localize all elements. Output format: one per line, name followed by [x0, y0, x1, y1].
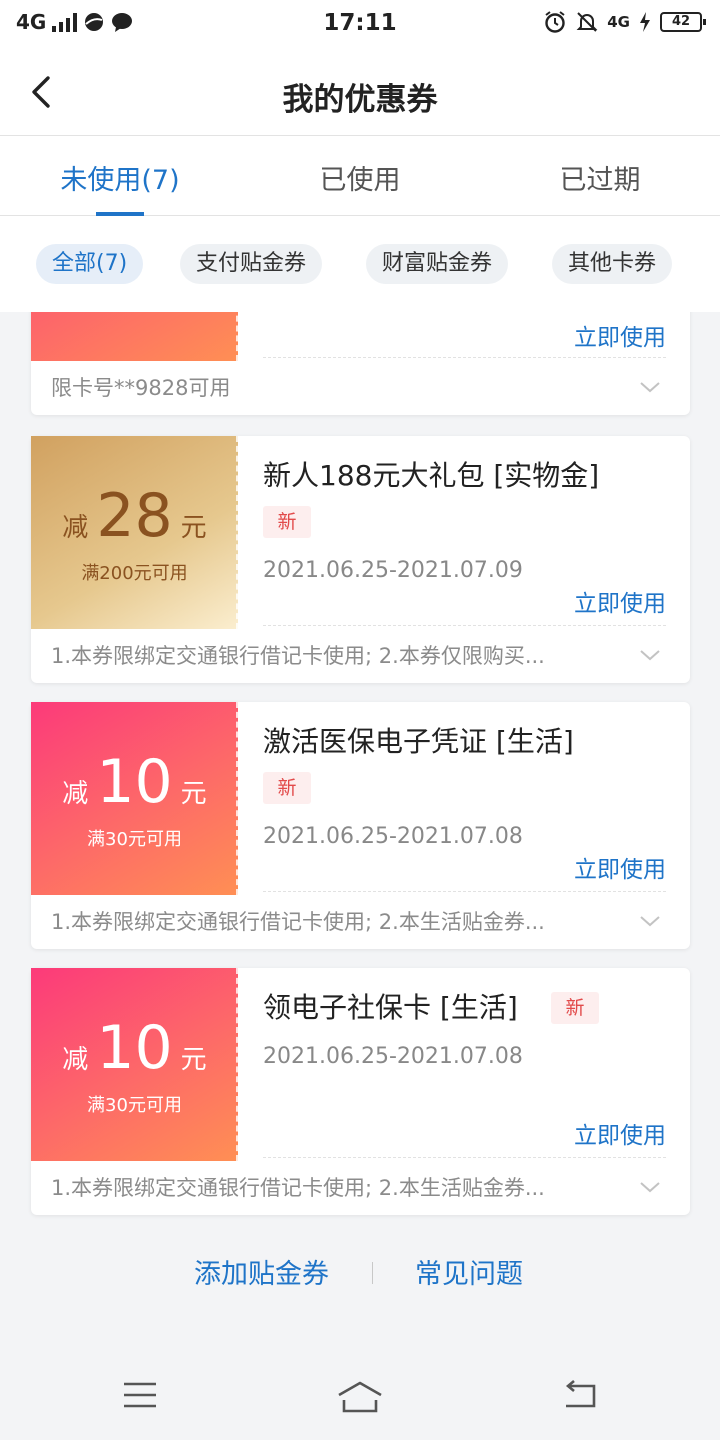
coupon-condition: 满30元可用 [87, 829, 182, 850]
amount-unit: 元 [180, 779, 207, 809]
use-now-button[interactable]: 立即使用 [574, 584, 666, 618]
home-icon[interactable] [336, 1380, 384, 1414]
chevron-down-icon[interactable] [638, 909, 662, 933]
coupon-body: 领电子社保卡 [生活] 新 2021.06.25-2021.07.08 立即使用 [263, 968, 666, 1161]
use-now-button[interactable]: 立即使用 [574, 850, 666, 884]
coupon-rule: 1.本券限绑定交通银行借记卡使用; 2.本券仅限购买... [51, 644, 545, 668]
status-bar: 4G 17:11 4G 42 [0, 0, 720, 52]
mute-bell-icon [576, 12, 598, 32]
charging-icon [640, 12, 650, 32]
coupon-footer[interactable]: 1.本券限绑定交通银行借记卡使用; 2.本生活贴金券... [31, 895, 690, 948]
system-nav-bar [0, 1350, 720, 1440]
back-nav-icon[interactable] [562, 1380, 598, 1410]
divider [263, 1157, 666, 1158]
new-badge: 新 [263, 506, 311, 538]
coupon-condition: 满200元可用 [81, 563, 188, 584]
divider [263, 625, 666, 626]
coupon-card: 立即使用 限卡号**9828可用 [31, 312, 690, 415]
divider [263, 357, 666, 358]
coupon-condition: 满30元可用 [87, 1095, 182, 1116]
coupon-ticket [31, 312, 238, 361]
coupon-footer[interactable]: 1.本券限绑定交通银行借记卡使用; 2.本生活贴金券... [31, 1161, 690, 1214]
use-now-button[interactable]: 立即使用 [574, 1116, 666, 1150]
faq-link[interactable]: 常见问题 [415, 1252, 523, 1291]
coupon-amount: 减 10 元 [31, 752, 238, 812]
coupon-ticket: 减 10 元 满30元可用 [31, 702, 238, 895]
coupon-list[interactable]: 立即使用 限卡号**9828可用 减 28 元 满200元可用 新人188元大礼… [0, 312, 720, 1340]
amount-unit: 元 [180, 513, 207, 543]
chip-payment[interactable]: 支付贴金券 [180, 244, 323, 284]
coupon-amount: 减 28 元 [31, 486, 238, 546]
chevron-down-icon[interactable] [638, 1175, 662, 1199]
amount-unit: 元 [180, 1045, 207, 1075]
nav-header: 我的优惠券 [0, 52, 720, 136]
coupon-card: 减 10 元 满30元可用 领电子社保卡 [生活] 新 2021.06.25-2… [31, 968, 690, 1215]
coupon-date: 2021.06.25-2021.07.09 [263, 558, 523, 583]
page-title: 我的优惠券 [282, 82, 438, 118]
coupon-footer[interactable]: 1.本券限绑定交通银行借记卡使用; 2.本券仅限购买... [31, 629, 690, 682]
coupon-title: 领电子社保卡 [生活] [263, 991, 518, 1024]
chip-all[interactable]: 全部(7) [36, 244, 144, 284]
tab-used[interactable]: 已使用 [240, 136, 480, 215]
coupon-body: 新人188元大礼包 [实物金] 新 2021.06.25-2021.07.09 … [263, 436, 666, 629]
tab-bar: 未使用(7) 已使用 已过期 [0, 136, 720, 216]
amount-prefix: 减 [62, 1045, 89, 1075]
add-coupon-link[interactable]: 添加贴金券 [194, 1252, 329, 1291]
coupon-amount: 减 10 元 [31, 1018, 238, 1078]
amount-value: 10 [96, 747, 173, 817]
coupon-body: 激活医保电子凭证 [生活] 新 2021.06.25-2021.07.08 立即… [263, 702, 666, 895]
coupon-rule: 1.本券限绑定交通银行借记卡使用; 2.本生活贴金券... [51, 1176, 545, 1200]
chevron-down-icon[interactable] [638, 375, 662, 399]
coupon-ticket: 减 28 元 满200元可用 [31, 436, 238, 629]
coupon-ticket: 减 10 元 满30元可用 [31, 968, 238, 1161]
menu-icon[interactable] [122, 1380, 158, 1410]
coupon-footer[interactable]: 限卡号**9828可用 [31, 361, 690, 414]
amount-prefix: 减 [62, 513, 89, 543]
tab-expired[interactable]: 已过期 [480, 136, 720, 215]
coupon-rule: 1.本券限绑定交通银行借记卡使用; 2.本生活贴金券... [51, 910, 545, 934]
amount-value: 28 [96, 481, 173, 551]
coupon-rule: 限卡号**9828可用 [51, 376, 231, 400]
tab-unused[interactable]: 未使用(7) [0, 136, 240, 216]
filter-chips: 全部(7) 支付贴金券 财富贴金券 其他卡券 [0, 216, 720, 312]
status-right: 4G 42 [543, 10, 706, 34]
coupon-card: 减 10 元 满30元可用 激活医保电子凭证 [生活] 新 2021.06.25… [31, 702, 690, 949]
new-badge: 新 [263, 772, 311, 804]
link-divider [372, 1262, 373, 1284]
amount-value: 10 [96, 1013, 173, 1083]
chevron-down-icon[interactable] [638, 643, 662, 667]
coupon-date: 2021.06.25-2021.07.08 [263, 824, 523, 849]
new-badge: 新 [551, 992, 599, 1024]
coupon-date: 2021.06.25-2021.07.08 [263, 1044, 523, 1069]
coupon-title: 新人188元大礼包 [实物金] [263, 459, 600, 492]
battery-icon: 42 [660, 12, 706, 32]
bottom-links: 添加贴金券 常见问题 [0, 1252, 720, 1292]
coupon-title: 激活医保电子凭证 [生活] [263, 725, 574, 758]
network-right-label: 4G [607, 13, 630, 31]
use-now-button[interactable]: 立即使用 [574, 318, 666, 352]
alarm-icon [545, 11, 565, 33]
coupon-card: 减 28 元 满200元可用 新人188元大礼包 [实物金] 新 2021.06… [31, 436, 690, 683]
chip-wealth[interactable]: 财富贴金券 [366, 244, 509, 284]
amount-prefix: 减 [62, 779, 89, 809]
divider [263, 891, 666, 892]
coupon-body: 立即使用 [263, 312, 666, 361]
chip-other[interactable]: 其他卡券 [552, 244, 673, 284]
